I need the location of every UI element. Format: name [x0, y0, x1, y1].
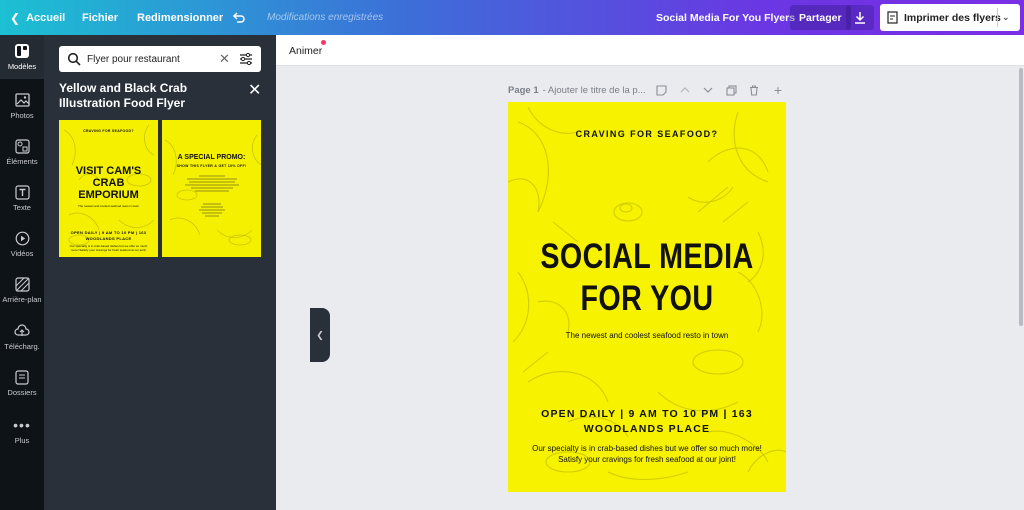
search-input[interactable]	[87, 53, 207, 65]
template-thumbnail-2[interactable]: A SPECIAL PROMO: SHOW THIS FLYER & GET 1…	[162, 120, 261, 257]
duplicate-page-icon[interactable]	[724, 82, 738, 98]
resize-menu[interactable]: Redimensionner	[137, 0, 223, 35]
vertical-scrollbar[interactable]	[1019, 68, 1023, 326]
flyer-hours[interactable]: OPEN DAILY | 9 AM TO 10 PM | 163 WOODLAN…	[518, 407, 776, 437]
thumb-hours: OPEN DAILY | 9 AM TO 10 PM | 163 WOODLAN…	[70, 230, 147, 241]
rail-item-folders[interactable]: Dossiers	[0, 369, 44, 397]
flyer-canvas[interactable]: CRAVING FOR SEAFOOD? SOCIAL MEDIA FOR YO…	[508, 102, 786, 492]
thumb-body: Our specialty is in crab-based dishes bu…	[69, 244, 148, 252]
add-page-icon[interactable]: +	[771, 82, 785, 98]
notes-icon[interactable]	[654, 82, 668, 98]
undo-icon[interactable]	[232, 0, 246, 35]
collapse-panel-button[interactable]: ❮	[310, 308, 330, 362]
background-icon	[14, 276, 30, 292]
flyer-tagline[interactable]: CRAVING FOR SEAFOOD?	[508, 129, 786, 139]
rail-item-templates[interactable]: Modèles	[0, 35, 44, 79]
rail-item-videos[interactable]: Vidéos	[0, 230, 44, 258]
rail-item-background[interactable]: Arrière-plan	[0, 276, 44, 304]
thumb-subtitle: The newest and coolest seafood resto in …	[77, 204, 140, 208]
template-title: Yellow and Black Crab Illustration Food …	[59, 81, 188, 110]
rail-label: Texte	[13, 203, 31, 212]
upload-icon	[14, 323, 30, 339]
filter-icon[interactable]	[239, 52, 253, 66]
page-label: Page 1	[508, 84, 539, 96]
thumb-subtitle: SHOW THIS FLYER & GET 10% OFF!	[176, 164, 247, 168]
download-icon	[855, 12, 865, 24]
chevron-down-icon[interactable]	[701, 82, 715, 98]
folder-icon	[14, 369, 30, 385]
page-header: Page 1 - Ajouter le titre de la p... +	[508, 82, 788, 98]
clear-search-icon[interactable]: ✕	[219, 51, 230, 67]
home-label: Accueil	[26, 11, 66, 24]
rail-item-elements[interactable]: Éléments	[0, 138, 44, 166]
flyer-body[interactable]: Our specialty is in crab-based dishes bu…	[530, 444, 764, 465]
thumb-title: A SPECIAL PROMO:	[177, 154, 246, 161]
file-menu[interactable]: Fichier	[82, 0, 118, 35]
photos-icon	[14, 92, 30, 108]
thumb-title: VISIT CAM'S CRAB EMPORIUM	[75, 165, 142, 201]
templates-panel: ✕ Yellow and Black Crab Illustration Foo…	[44, 35, 330, 510]
search-box: ✕	[59, 46, 261, 72]
more-icon: •••	[13, 417, 31, 433]
chevron-left-icon: ❮	[316, 329, 324, 340]
video-icon	[14, 230, 30, 246]
design-title[interactable]: Social Media For You Flyers	[656, 0, 795, 35]
template-thumbnail-1[interactable]: CRAVING FOR SEAFOOD? VISIT CAM'S CRAB EM…	[59, 120, 158, 257]
rail-item-uploads[interactable]: Télécharg.	[0, 323, 44, 351]
templates-icon	[14, 43, 30, 59]
download-button[interactable]	[846, 5, 874, 30]
printer-icon	[880, 11, 904, 24]
chevron-down-icon[interactable]: ⌄	[1002, 12, 1010, 23]
delete-page-icon[interactable]	[747, 82, 761, 98]
page-title-input[interactable]: - Ajouter le titre de la p...	[543, 85, 646, 96]
flyer-headline[interactable]: SOCIAL MEDIA FOR YOU	[533, 236, 761, 320]
editor-toolbar: Animer	[276, 35, 1024, 66]
close-icon[interactable]: ✕	[248, 80, 261, 100]
rail-label: Arrière-plan	[2, 295, 42, 304]
home-button[interactable]: ❮ Accueil	[10, 0, 65, 35]
rail-label: Vidéos	[10, 249, 34, 258]
flyer-subtitle[interactable]: The newest and coolest seafood resto in …	[508, 331, 786, 340]
elements-icon	[14, 138, 30, 154]
left-rail: Modèles Photos Éléments Texte Vidéos Arr…	[0, 35, 44, 510]
share-button[interactable]: Partager	[790, 5, 851, 30]
rail-label: Plus	[14, 436, 30, 445]
rail-label: Modèles	[7, 62, 37, 71]
thumb-top-text: CRAVING FOR SEAFOOD?	[83, 129, 134, 133]
thumb-fine-print	[184, 175, 239, 217]
print-label: Imprimer des flyers	[904, 11, 1001, 24]
text-icon	[14, 184, 30, 200]
search-icon	[67, 52, 81, 66]
animate-button[interactable]: Animer	[289, 45, 322, 57]
saved-status: Modifications enregistrées	[267, 12, 384, 23]
rail-item-photos[interactable]: Photos	[0, 92, 44, 120]
divider	[997, 8, 998, 27]
rail-label: Dossiers	[7, 388, 37, 397]
notification-dot	[321, 40, 326, 45]
rail-item-more[interactable]: ••• Plus	[0, 417, 44, 445]
print-flyers-button[interactable]: Imprimer des flyers ⌄	[880, 4, 1020, 31]
top-bar: ❮ Accueil Fichier Redimensionner Modific…	[0, 0, 1024, 35]
rail-label: Éléments	[6, 157, 38, 166]
chevron-up-icon[interactable]	[678, 82, 692, 98]
rail-label: Télécharg.	[4, 342, 40, 351]
rail-label: Photos	[10, 111, 34, 120]
rail-item-text[interactable]: Texte	[0, 184, 44, 212]
chevron-left-icon: ❮	[10, 10, 21, 25]
